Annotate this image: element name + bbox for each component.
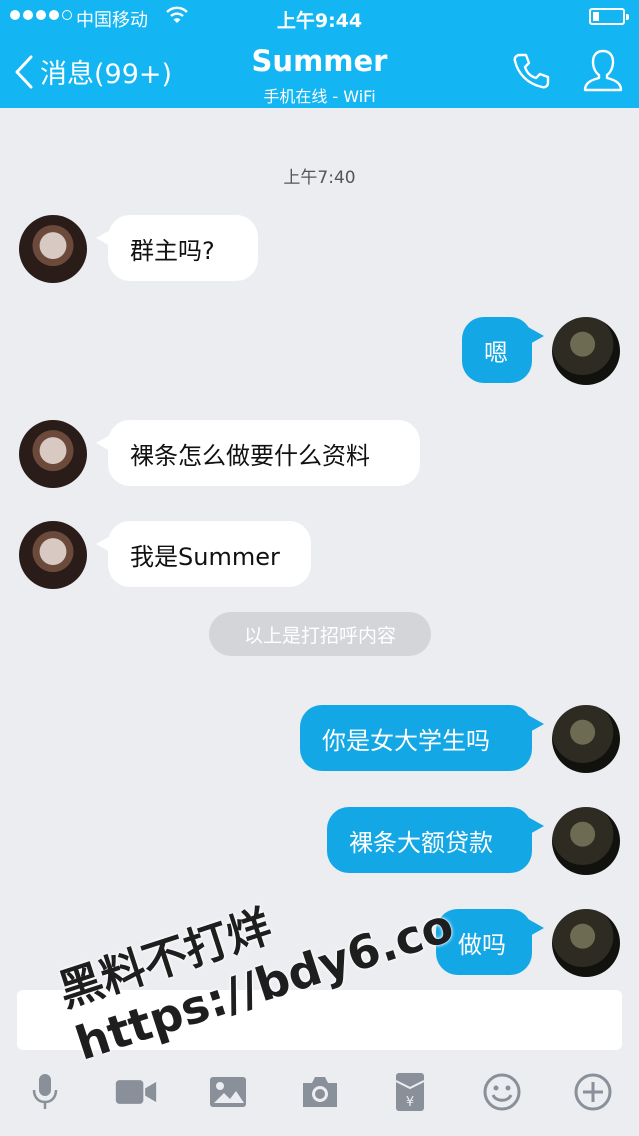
chat-timestamp: 上午7:40 <box>283 168 356 188</box>
red-packet-icon[interactable]: ¥ <box>388 1070 432 1114</box>
my-avatar[interactable] <box>552 317 620 385</box>
contact-avatar[interactable] <box>19 521 87 589</box>
message-bubble[interactable]: 我是Summer <box>96 521 311 587</box>
contact-avatar[interactable] <box>19 420 87 488</box>
person-icon[interactable] <box>582 48 624 94</box>
battery-icon <box>589 8 629 25</box>
status-bar: 中国移动 上午9:44 <box>0 0 639 36</box>
my-avatar[interactable] <box>552 807 620 875</box>
message-bubble[interactable]: 群主吗? <box>96 215 258 281</box>
message-bubble[interactable]: 嗯 <box>462 317 544 383</box>
contact-avatar[interactable] <box>19 215 87 283</box>
microphone-icon[interactable] <box>23 1070 67 1114</box>
camera-icon[interactable] <box>298 1070 342 1114</box>
message-bubble[interactable]: 裸条怎么做要什么资料 <box>96 420 420 486</box>
my-avatar[interactable] <box>552 909 620 977</box>
emoji-icon[interactable] <box>480 1070 524 1114</box>
status-clock: 上午9:44 <box>276 10 363 32</box>
image-icon[interactable] <box>206 1070 250 1114</box>
phone-icon[interactable] <box>512 52 550 90</box>
input-toolbar: ¥ <box>0 1058 639 1136</box>
plus-icon[interactable] <box>571 1070 615 1114</box>
system-note: 以上是打招呼内容 <box>209 612 431 656</box>
top-bar: 中国移动 上午9:44 消息(99+) Summer 手机在线 - WiFi <box>0 0 639 108</box>
video-icon[interactable] <box>114 1070 158 1114</box>
my-avatar[interactable] <box>552 705 620 773</box>
svg-text:¥: ¥ <box>406 1095 414 1110</box>
message-bubble[interactable]: 你是女大学生吗 <box>300 705 544 771</box>
